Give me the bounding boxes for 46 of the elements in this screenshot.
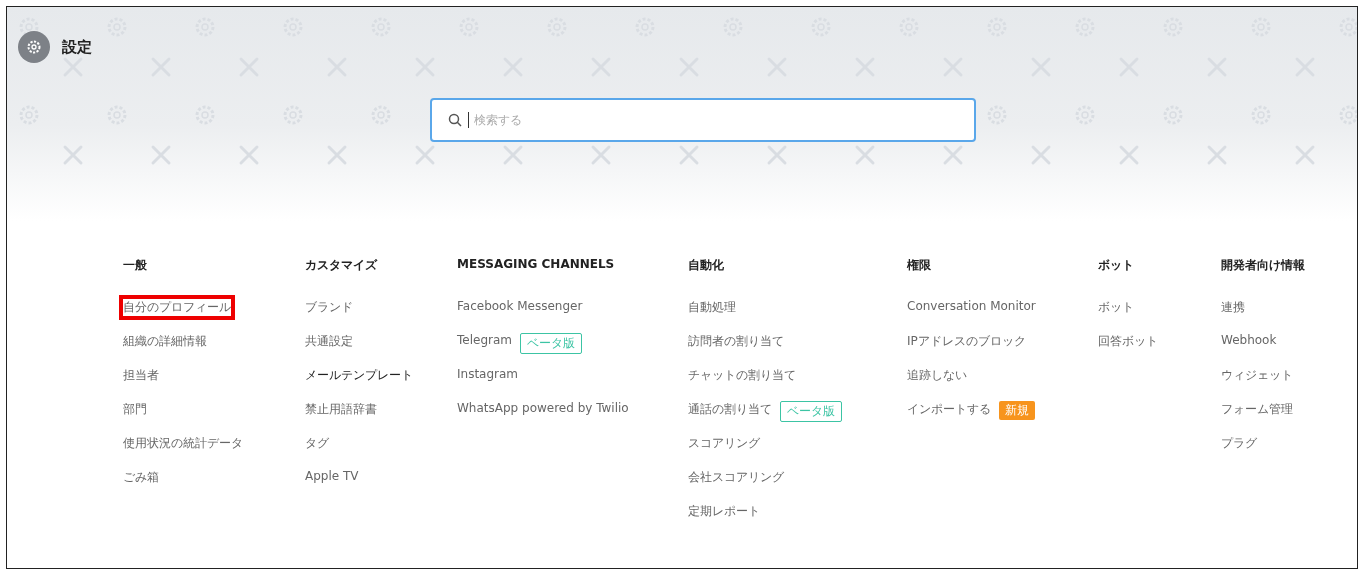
settings-link[interactable]: 組織の詳細情報 — [123, 333, 207, 350]
settings-link[interactable]: スコアリング — [688, 435, 760, 452]
settings-link[interactable]: 回答ボット — [1098, 333, 1158, 350]
settings-link[interactable]: チャットの割り当て — [688, 367, 796, 384]
settings-link[interactable]: Webhook — [1221, 333, 1277, 347]
settings-link[interactable]: 通話の割り当て — [688, 401, 772, 418]
settings-link[interactable]: 訪問者の割り当て — [688, 333, 784, 350]
settings-link[interactable]: プラグ — [1221, 435, 1257, 452]
section-heading: 一般 — [123, 257, 148, 274]
settings-icon — [18, 31, 50, 63]
settings-link[interactable]: 共通設定 — [305, 333, 353, 350]
settings-link[interactable]: 追跡しない — [907, 367, 967, 384]
status-tag: ベータ版 — [520, 333, 582, 354]
settings-link[interactable]: 禁止用語辞書 — [305, 401, 377, 418]
settings-link[interactable]: ボット — [1098, 299, 1134, 316]
settings-link[interactable]: 部門 — [123, 401, 147, 418]
settings-link[interactable]: 自動処理 — [688, 299, 736, 316]
status-tag: ベータ版 — [780, 401, 842, 422]
page-title: 設定 — [62, 37, 92, 57]
settings-link[interactable]: IPアドレスのブロック — [907, 333, 1026, 350]
settings-link[interactable]: Facebook Messenger — [457, 299, 583, 313]
settings-link[interactable]: インポートする — [907, 401, 991, 418]
settings-link[interactable]: タグ — [305, 435, 329, 452]
settings-link[interactable]: ウィジェット — [1221, 367, 1293, 384]
section-heading: 自動化 — [688, 257, 725, 274]
section-heading: 権限 — [907, 257, 932, 274]
settings-link[interactable]: 担当者 — [123, 367, 159, 384]
settings-link[interactable]: メールテンプレート — [305, 367, 413, 384]
settings-link[interactable]: Conversation Monitor — [907, 299, 1036, 313]
settings-link[interactable]: Apple TV — [305, 469, 359, 483]
settings-link[interactable]: WhatsApp powered by Twilio — [457, 401, 629, 415]
settings-link[interactable]: 会社スコアリング — [688, 469, 784, 486]
settings-link[interactable]: 定期レポート — [688, 503, 760, 520]
section-heading: カスタマイズ — [305, 257, 379, 274]
settings-link[interactable]: Instagram — [457, 367, 519, 381]
settings-link[interactable]: ブランド — [305, 299, 353, 316]
settings-link[interactable]: フォーム管理 — [1221, 401, 1293, 418]
settings-link[interactable]: 連携 — [1221, 299, 1245, 316]
settings-link[interactable]: Telegram — [457, 333, 512, 347]
search-field[interactable]: 検索する — [430, 98, 976, 142]
section-heading: 開発者向け情報 — [1221, 257, 1306, 274]
section-heading: ボット — [1098, 257, 1135, 274]
settings-link[interactable]: 使用状況の統計データ — [123, 435, 243, 452]
section-heading: MESSAGING CHANNELS — [457, 257, 616, 273]
status-tag: 新規 — [999, 401, 1035, 420]
settings-link[interactable]: ごみ箱 — [123, 469, 159, 486]
